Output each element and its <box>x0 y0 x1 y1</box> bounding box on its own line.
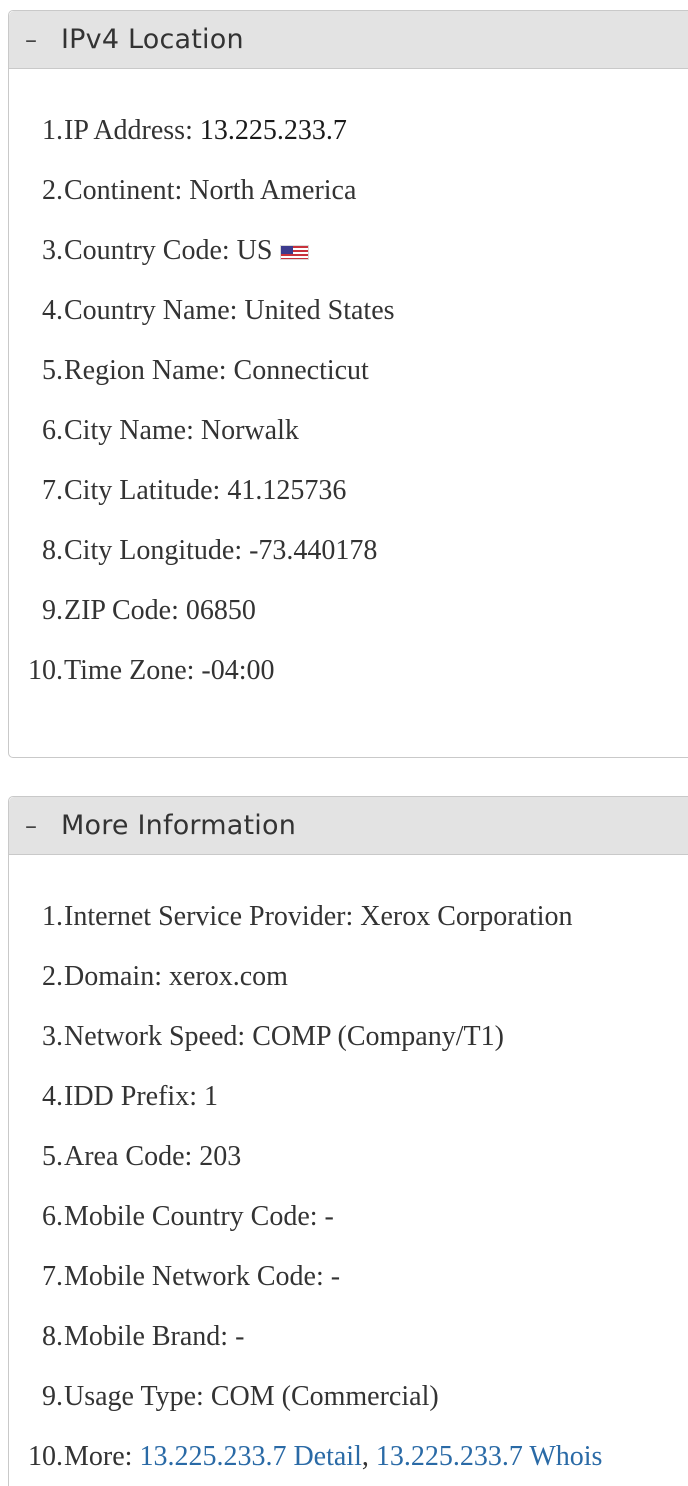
item-value: - <box>235 1321 245 1352</box>
list-number: 5. <box>42 1141 63 1172</box>
panel-title: More Information <box>61 810 297 841</box>
list-item-country-name: 4. Country Name: United States <box>9 281 688 341</box>
item-label: Domain: <box>64 961 162 992</box>
item-value: US <box>236 235 273 266</box>
item-value: United States <box>244 295 395 326</box>
item-value: 06850 <box>185 595 256 626</box>
list-number: 7. <box>42 1261 63 1292</box>
item-label: Continent: <box>64 175 183 206</box>
item-label: Country Code: <box>64 235 230 266</box>
more-information-header[interactable]: – More Information <box>9 797 688 855</box>
item-label: Area Code: <box>64 1141 193 1172</box>
item-value: North America <box>189 175 357 206</box>
list-item-city-name: 6. City Name: Norwalk <box>9 401 688 461</box>
item-value: xerox.com <box>169 961 288 992</box>
item-label: More: <box>64 1441 133 1472</box>
list-number: 6. <box>42 1201 63 1232</box>
list-item-country-code: 3. Country Code: US <box>9 221 688 281</box>
us-flag-icon <box>280 245 310 260</box>
item-value: Connecticut <box>233 355 369 386</box>
link-separator: , <box>361 1441 369 1472</box>
list-number: 5. <box>42 355 63 386</box>
item-label: City Latitude: <box>64 475 221 506</box>
item-value: - <box>324 1201 334 1232</box>
collapse-icon[interactable]: – <box>9 26 61 54</box>
list-item-city-latitude: 7. City Latitude: 41.125736 <box>9 461 688 521</box>
list-number: 10. <box>28 1441 63 1472</box>
list-item-mobile-country-code: 6. Mobile Country Code: - <box>9 1187 688 1247</box>
item-label: Mobile Network Code: <box>64 1261 324 1292</box>
item-value: 203 <box>199 1141 242 1172</box>
item-value: Norwalk <box>200 415 299 446</box>
list-number: 1. <box>42 115 63 146</box>
panel-title: IPv4 Location <box>61 24 244 55</box>
list-number: 9. <box>42 1381 63 1412</box>
item-label: Mobile Brand: <box>64 1321 229 1352</box>
list-number: 1. <box>42 901 63 932</box>
item-value: 13.225.233.7 <box>199 115 347 146</box>
list-item-mobile-brand: 8. Mobile Brand: - <box>9 1307 688 1367</box>
item-label: City Name: <box>64 415 194 446</box>
item-value: -73.440178 <box>249 535 378 566</box>
list-number: 2. <box>42 175 63 206</box>
list-number: 4. <box>42 295 63 326</box>
item-value: - <box>330 1261 341 1292</box>
list-number: 6. <box>42 415 63 446</box>
list-item-ip-address: 1. IP Address: 13.225.233.7 <box>9 101 688 161</box>
item-label: Usage Type: <box>64 1381 204 1412</box>
item-label: ZIP Code: <box>64 595 179 626</box>
item-label: City Longitude: <box>64 535 243 566</box>
list-item-region-name: 5. Region Name: Connecticut <box>9 341 688 401</box>
list-item-idd-prefix: 4. IDD Prefix: 1 <box>9 1067 688 1127</box>
item-value: COMP (Company/T1) <box>252 1021 504 1052</box>
more-information-panel: – More Information 1. Internet Service P… <box>8 796 688 1486</box>
list-item-network-speed: 3. Network Speed: COMP (Company/T1) <box>9 1007 688 1067</box>
list-number: 3. <box>42 1021 63 1052</box>
list-item-mobile-network-code: 7. Mobile Network Code: - <box>9 1247 688 1307</box>
ip-detail-link[interactable]: 13.225.233.7 Detail <box>139 1441 361 1472</box>
more-information-list: 1. Internet Service Provider: Xerox Corp… <box>9 887 688 1486</box>
item-label: IP Address: <box>64 115 193 146</box>
list-item-continent: 2. Continent: North America <box>9 161 688 221</box>
list-item-isp: 1. Internet Service Provider: Xerox Corp… <box>9 887 688 947</box>
list-number: 9. <box>42 595 63 626</box>
list-number: 2. <box>42 961 63 992</box>
ipv4-location-list: 1. IP Address: 13.225.233.7 2. Continent… <box>9 101 688 701</box>
list-item-zip-code: 9. ZIP Code: 06850 <box>9 581 688 641</box>
list-item-time-zone: 10. Time Zone: -04:00 <box>9 641 688 701</box>
collapse-icon[interactable]: – <box>9 812 61 840</box>
item-label: Network Speed: <box>64 1021 246 1052</box>
item-value: 41.125736 <box>227 475 347 506</box>
list-number: 8. <box>42 1321 63 1352</box>
list-number: 10. <box>28 655 63 686</box>
list-number: 7. <box>42 475 63 506</box>
ip-whois-link[interactable]: 13.225.233.7 Whois <box>376 1441 603 1472</box>
list-item-more: 10. More: 13.225.233.7 Detail, 13.225.23… <box>9 1427 688 1486</box>
list-item-city-longitude: 8. City Longitude: -73.440178 <box>9 521 688 581</box>
item-label: Internet Service Provider: <box>64 901 354 932</box>
item-label: Region Name: <box>64 355 227 386</box>
item-label: Country Name: <box>64 295 238 326</box>
item-value: COM (Commercial) <box>210 1381 439 1412</box>
item-label: IDD Prefix: <box>64 1081 197 1112</box>
ipv4-location-panel: – IPv4 Location 1. IP Address: 13.225.23… <box>8 10 688 758</box>
item-label: Time Zone: <box>64 655 195 686</box>
list-item-usage-type: 9. Usage Type: COM (Commercial) <box>9 1367 688 1427</box>
list-item-domain: 2. Domain: xerox.com <box>9 947 688 1007</box>
item-value: 1 <box>203 1081 218 1112</box>
item-value: Xerox Corporation <box>360 901 573 932</box>
list-number: 8. <box>42 535 63 566</box>
list-number: 3. <box>42 235 63 266</box>
ipv4-location-header[interactable]: – IPv4 Location <box>9 11 688 69</box>
list-number: 4. <box>42 1081 63 1112</box>
list-item-area-code: 5. Area Code: 203 <box>9 1127 688 1187</box>
item-label: Mobile Country Code: <box>64 1201 318 1232</box>
item-value: -04:00 <box>201 655 275 686</box>
